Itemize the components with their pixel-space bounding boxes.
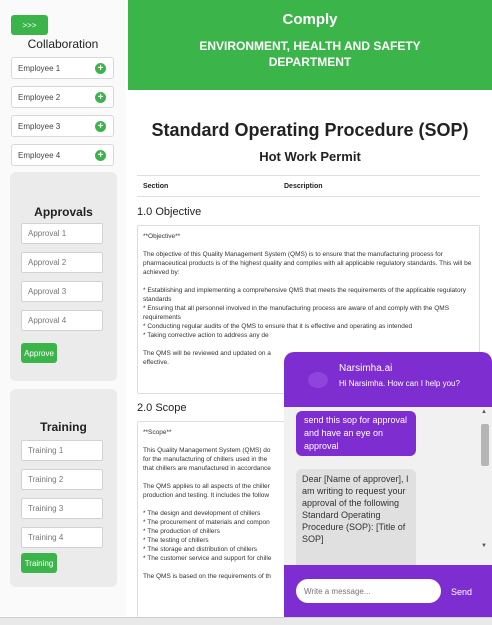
add-icon[interactable]: + [95,150,106,161]
sop-subtitle: Hot Work Permit [259,149,361,164]
chat-footer: Send [284,565,492,617]
training-field[interactable]: Training 4 [21,527,103,548]
add-icon[interactable]: + [95,121,106,132]
approvals-title: Approvals [34,205,93,219]
training-button[interactable]: Training [21,553,57,573]
sop-title: Standard Operating Procedure (SOP) [151,120,469,140]
section-heading: 2.0 Scope [137,402,187,414]
approval-field[interactable]: Approval 3 [21,281,103,302]
table-header: Section Description [137,175,480,197]
training-field[interactable]: Training 3 [21,498,103,519]
bot-name: Narsimha.ai [339,363,393,374]
department-title: ENVIRONMENT, HEALTH AND SAFETY DEPARTMEN… [199,39,421,69]
bot-avatar [308,372,328,388]
scroll-up-icon[interactable]: ▲ [481,409,487,415]
page: >>> Collaboration Employee 1 + Employee … [0,0,492,625]
send-button[interactable]: Send [451,587,472,597]
scroll-down-icon[interactable]: ▼ [481,543,487,549]
section-paragraph: The objective of this Quality Management… [143,251,472,276]
add-icon[interactable]: + [95,63,106,74]
employee-label: Employee 1 [18,63,61,73]
sidebar: >>> Collaboration Employee 1 + Employee … [0,0,126,616]
employee-item[interactable]: Employee 1 + [11,57,114,79]
employee-label: Employee 3 [18,121,61,131]
column-header-description: Description [284,183,323,190]
bot-greeting: Hi Narsimha. How can I help you? [339,379,460,388]
employee-item[interactable]: Employee 4 + [11,144,114,166]
chat-widget: Narsimha.ai Hi Narsimha. How can I help … [284,352,492,617]
training-title: Training [40,420,87,434]
approval-field[interactable]: Approval 2 [21,252,103,273]
section-paragraph: * Conducting regular audits of the QMS t… [143,323,413,330]
section-paragraph: * Ensuring that all personnel involved i… [143,305,450,321]
bottom-divider [0,617,492,625]
employee-item[interactable]: Employee 2 + [11,86,114,108]
approve-button[interactable]: Approve [21,343,57,363]
approval-field[interactable]: Approval 1 [21,223,103,244]
section-paragraph: * Taking corrective action to address an… [143,332,269,339]
add-icon[interactable]: + [95,92,106,103]
employee-item[interactable]: Employee 3 + [11,115,114,137]
user-message: send this sop for approval and have an e… [296,411,416,456]
chat-messages[interactable]: send this sop for approval and have an e… [284,407,492,565]
collaboration-title: Collaboration [27,37,99,51]
column-header-section: Section [143,183,169,190]
chat-header: Narsimha.ai Hi Narsimha. How can I help … [284,352,492,407]
app-header: Comply ENVIRONMENT, HEALTH AND SAFETY DE… [128,0,492,90]
brand-title: Comply [282,11,338,28]
section-paragraph: * Establishing and implementing a compre… [143,287,467,303]
training-field[interactable]: Training 2 [21,469,103,490]
scroll-thumb[interactable] [481,424,489,466]
employee-label: Employee 2 [18,92,61,102]
bot-message: Dear [Name of approver], I am writing to… [296,469,416,565]
approval-field[interactable]: Approval 4 [21,310,103,331]
chat-message-input[interactable] [296,579,441,603]
employee-label: Employee 4 [18,150,61,160]
section-label: **Objective** [143,233,181,240]
training-panel: Training Training 1 Training 2 Training … [10,389,117,587]
training-field[interactable]: Training 1 [21,440,103,461]
approvals-panel: Approvals Approval 1 Approval 2 Approval… [10,172,117,381]
section-heading: 1.0 Objective [137,206,202,218]
chat-scrollbar[interactable]: ▲ ▼ [480,407,489,565]
sidebar-toggle-button[interactable]: >>> [11,15,48,35]
